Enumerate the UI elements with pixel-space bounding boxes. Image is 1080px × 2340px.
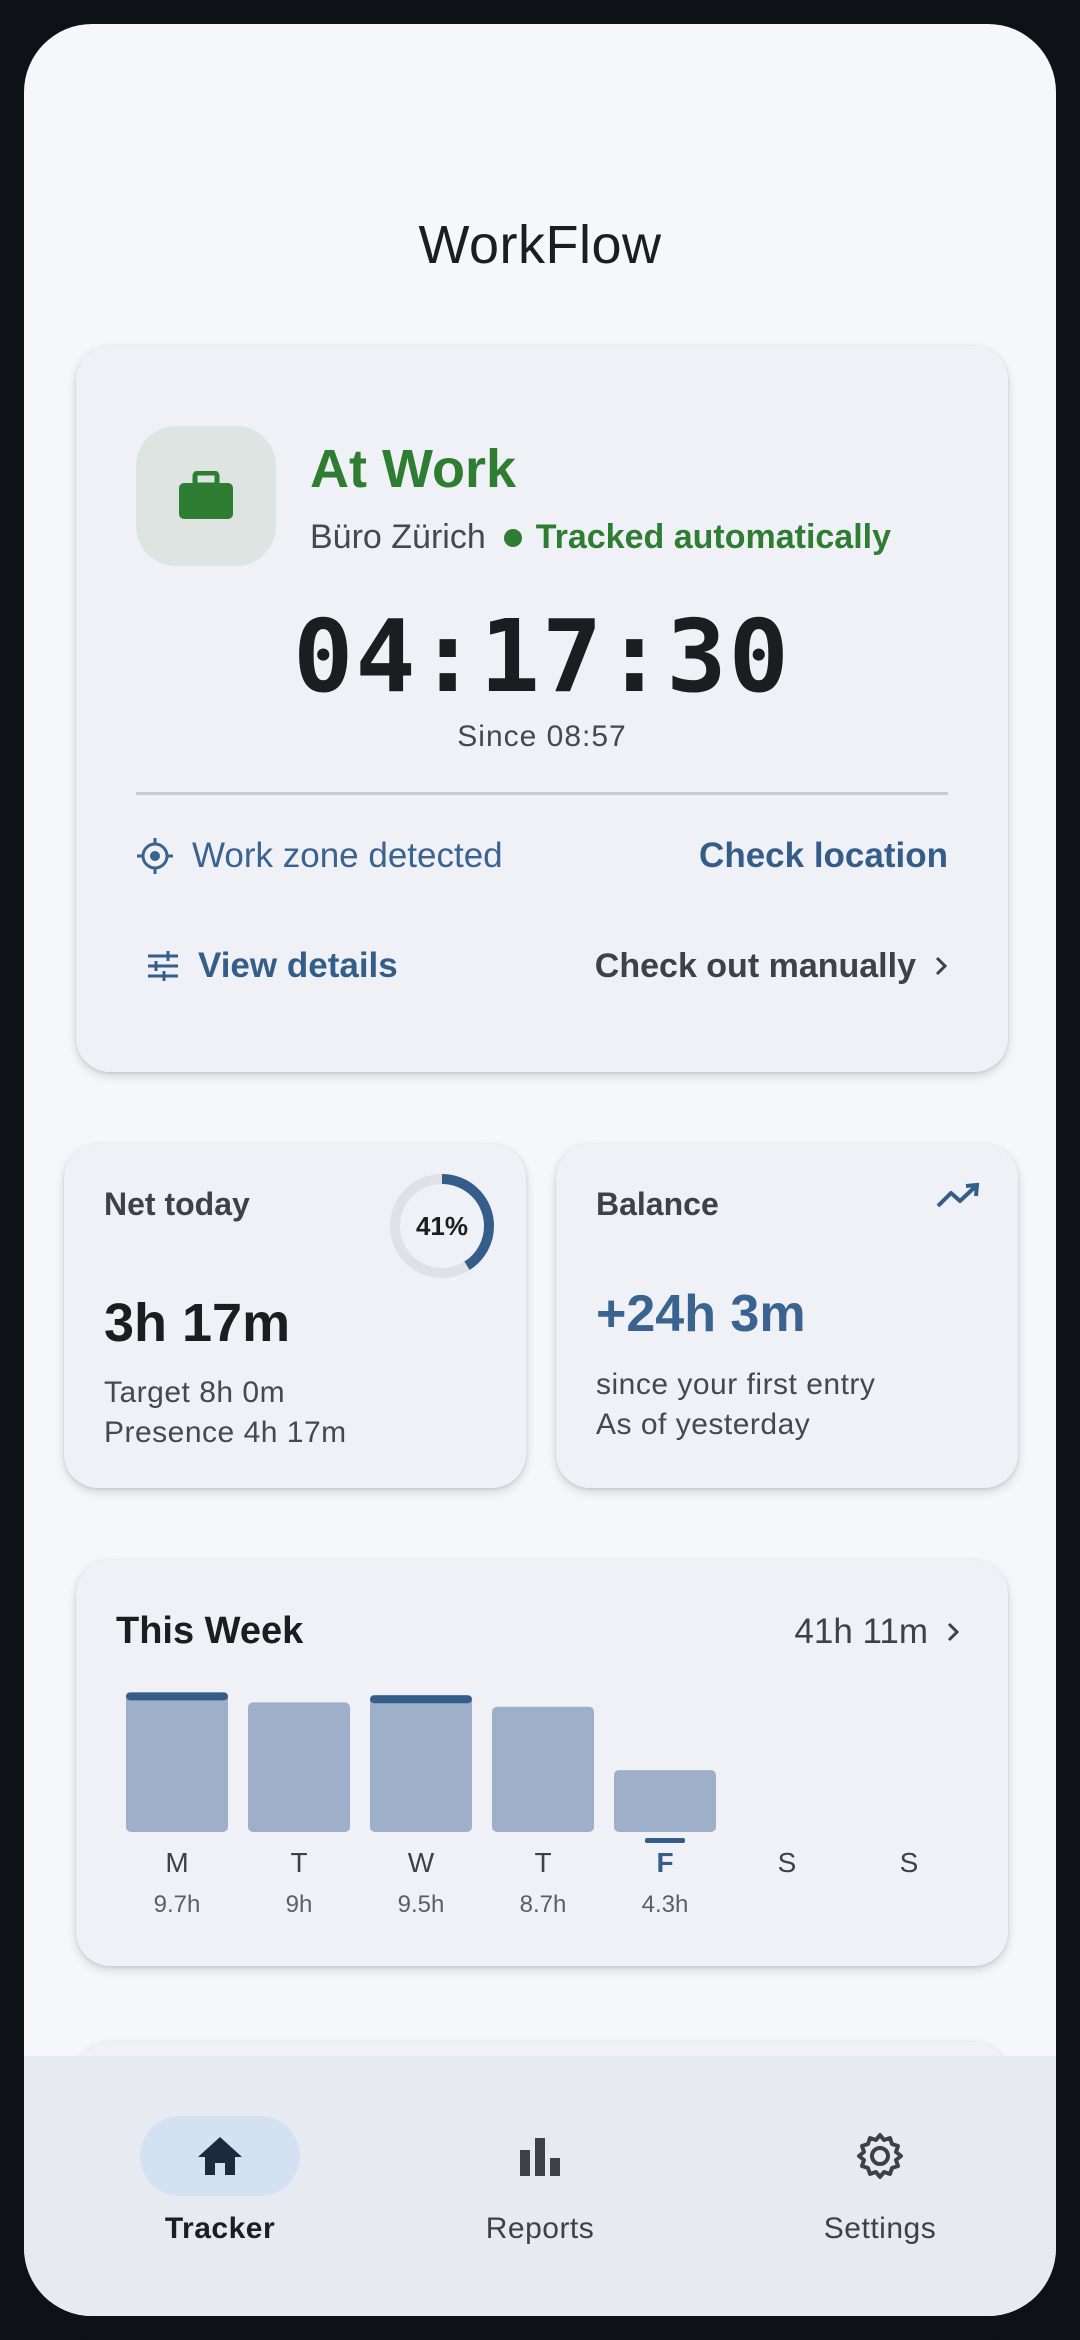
balance-value: +24h 3m <box>596 1285 806 1343</box>
net-today-value: 3h 17m <box>104 1293 291 1353</box>
progress-percent: 41% <box>415 1210 469 1241</box>
day-label: S <box>778 1847 797 1878</box>
check-out-button[interactable]: Check out manually <box>595 947 948 986</box>
day-hours-label: 9h <box>286 1891 313 1918</box>
elapsed-timer: 04:17:30 <box>293 598 791 715</box>
location-target-icon <box>137 838 173 874</box>
day-label: S <box>900 1847 919 1878</box>
nav-reports[interactable]: Reports <box>420 2116 660 2246</box>
week-bar-chart: M 9.7h T 9h W 9.5h T 8.7h F 4.3h S S <box>126 1692 919 1918</box>
day-label: F <box>656 1847 673 1878</box>
week-bar-overtime-cap <box>370 1695 472 1704</box>
app-title: WorkFlow <box>418 215 662 275</box>
chevron-right-icon <box>935 956 948 976</box>
nav-settings-label: Settings <box>823 2212 937 2245</box>
nav-settings-pill <box>800 2116 960 2196</box>
tracking-dot <box>503 528 522 547</box>
day-hours-label: 8.7h <box>520 1891 567 1918</box>
net-today-card[interactable]: Net today 41% 3h 17m Target 8h 0m Presen… <box>64 1144 526 1488</box>
zone-text: Work zone detected <box>192 836 503 875</box>
zone-status: Work zone detected <box>136 836 503 876</box>
home-icon <box>198 2137 242 2175</box>
nav-tracker[interactable]: Tracker <box>100 2116 340 2246</box>
check-out-label: Check out manually <box>594 946 916 985</box>
status-card: At Work Büro Zürich Tracked automaticall… <box>76 346 1008 1072</box>
day-label: T <box>534 1847 551 1878</box>
zone-row: Work zone detected Check location <box>136 836 948 876</box>
bar-chart-icon <box>520 2138 560 2176</box>
device-frame: WorkFlow At Work Büro Zürich Tracked aut… <box>0 0 1080 2340</box>
bottom-nav: Tracker Reports Settings <box>24 2056 1056 2316</box>
balance-label: Balance <box>596 1186 719 1222</box>
day-label: T <box>290 1847 307 1878</box>
nav-settings[interactable]: Settings <box>760 2116 1000 2246</box>
divider <box>136 792 948 795</box>
screen: WorkFlow At Work Büro Zürich Tracked aut… <box>24 24 1056 2316</box>
status-subtitle: Büro Zürich Tracked automatically <box>310 518 891 557</box>
balance-note: since your first entry <box>596 1368 876 1401</box>
briefcase-icon-box <box>136 426 276 566</box>
view-details-label: View details <box>198 946 398 985</box>
location-name: Büro Zürich <box>310 518 486 556</box>
status-title: At Work <box>310 439 517 499</box>
week-bar <box>492 1706 594 1832</box>
day-hours-label: 4.3h <box>642 1891 689 1918</box>
week-bar <box>370 1695 472 1832</box>
net-today-label: Net today <box>104 1186 250 1222</box>
since-time: Since 08:57 <box>457 720 627 753</box>
nav-reports-pill <box>460 2116 620 2196</box>
day-hours-label: 9.5h <box>398 1891 445 1918</box>
week-bar <box>126 1692 228 1832</box>
nav-tracker-pill <box>140 2116 300 2196</box>
current-day-marker <box>645 1838 685 1843</box>
tune-icon <box>148 951 178 981</box>
week-bar-overtime-cap <box>126 1692 228 1701</box>
day-label: M <box>165 1847 188 1878</box>
briefcase-icon <box>179 471 233 519</box>
target-text: Target 8h 0m <box>104 1376 286 1409</box>
week-card[interactable]: This Week 41h 11m M 9.7h T 9h W 9.5h T 8.7h F 4.3… <box>76 1560 1008 1966</box>
tracking-mode: Tracked automatically <box>535 518 892 556</box>
day-label: W <box>408 1847 435 1878</box>
nav-tracker-label: Tracker <box>164 2212 276 2245</box>
nav-reports-label: Reports <box>485 2212 595 2245</box>
view-details-button[interactable]: View details <box>136 946 398 986</box>
trending-up-icon <box>936 1182 980 1208</box>
balance-as-of: As of yesterday <box>596 1408 811 1441</box>
actions-row: View details Check out manually <box>136 946 948 986</box>
week-bar <box>614 1770 716 1832</box>
gear-icon <box>857 2133 903 2179</box>
presence-text: Presence 4h 17m <box>104 1416 347 1449</box>
week-bar <box>248 1702 350 1832</box>
day-hours-label: 9.7h <box>154 1891 201 1918</box>
balance-card[interactable]: Balance +24h 3m since your first entry A… <box>556 1144 1018 1488</box>
check-location-button[interactable]: Check location <box>699 836 948 876</box>
